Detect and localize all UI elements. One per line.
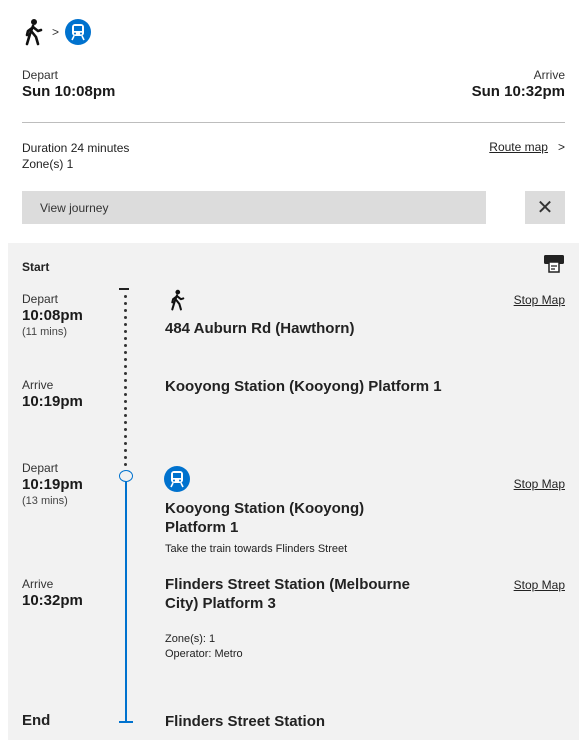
leg1-arrive-label: Arrive bbox=[22, 378, 54, 392]
walk-icon bbox=[171, 289, 185, 311]
leg2-duration: (13 mins) bbox=[22, 495, 68, 507]
leg1-arrive: Arrive 10:19pm bbox=[22, 378, 83, 411]
walk-route-dot bbox=[124, 421, 127, 424]
leg2-from-line1: Kooyong Station (Kooyong) bbox=[165, 500, 365, 517]
walk-route-dot bbox=[124, 358, 127, 361]
leg1-depart-time: 10:08pm bbox=[22, 307, 83, 324]
view-journey-toggle[interactable]: View journey bbox=[22, 191, 486, 224]
end-line-cap bbox=[119, 721, 133, 723]
train-icon bbox=[65, 19, 92, 45]
train-icon bbox=[164, 466, 190, 492]
walk-line-cap bbox=[119, 288, 129, 290]
close-button[interactable]: ✕ bbox=[525, 191, 565, 224]
leg1-to-place: Kooyong Station (Kooyong) Platform 1 bbox=[165, 378, 442, 395]
leg1-depart-label: Depart bbox=[22, 292, 59, 306]
leg2-depart: Depart 10:19pm (13 mins) bbox=[22, 461, 83, 508]
leg2-from-place: Kooyong Station (Kooyong) Platform 1 bbox=[165, 499, 364, 537]
leg1-depart: Depart 10:08pm (11 mins) bbox=[22, 292, 83, 339]
walk-route-dot bbox=[124, 456, 127, 459]
leg2-operator: Operator: Metro bbox=[165, 648, 243, 660]
end-label: End bbox=[22, 712, 51, 729]
stop-map-link[interactable]: Stop Map bbox=[514, 477, 565, 491]
walk-route-dot bbox=[124, 379, 127, 382]
walk-route-dot bbox=[124, 323, 127, 326]
route-map: Route map > bbox=[489, 140, 565, 154]
walk-route-dot bbox=[124, 435, 127, 438]
walk-route-dot bbox=[124, 386, 127, 389]
leg2-depart-label: Depart bbox=[22, 461, 59, 475]
leg2-to-line2: City) Platform 3 bbox=[165, 595, 276, 612]
depart-label: Depart bbox=[22, 68, 59, 82]
leg2-from-line2: Platform 1 bbox=[165, 519, 239, 536]
walk-route-dot bbox=[124, 372, 127, 375]
chevron-right-icon: > bbox=[52, 25, 60, 39]
journey-meta: Duration 24 minutes Zone(s) 1 bbox=[22, 140, 129, 172]
walk-route-dot bbox=[124, 295, 127, 298]
route-map-link[interactable]: Route map bbox=[489, 140, 548, 154]
leg2-to-place: Flinders Street Station (Melbourne City)… bbox=[165, 575, 410, 613]
journey-times: Depart Sun 10:08pm Arrive Sun 10:32pm bbox=[22, 68, 565, 102]
chevron-right-icon: > bbox=[557, 140, 565, 154]
divider bbox=[22, 122, 565, 123]
walk-route-dot bbox=[124, 442, 127, 445]
walk-route-dot bbox=[124, 414, 127, 417]
walk-route-dot bbox=[124, 463, 127, 466]
arrive-time: Sun 10:32pm bbox=[471, 83, 565, 100]
leg2-depart-time: 10:19pm bbox=[22, 476, 83, 493]
depart-time: Sun 10:08pm bbox=[22, 83, 116, 100]
walk-route-dot bbox=[124, 365, 127, 368]
end-place: Flinders Street Station bbox=[165, 713, 326, 730]
walk-route-dot bbox=[124, 428, 127, 431]
leg2-details: Zone(s): 1 Operator: Metro bbox=[165, 632, 243, 662]
close-icon: ✕ bbox=[536, 197, 554, 219]
stop-map-link[interactable]: Stop Map bbox=[514, 578, 565, 592]
zones-text: Zone(s) 1 bbox=[22, 157, 74, 171]
arrive-summary: Arrive Sun 10:32pm bbox=[472, 68, 565, 102]
walk-route-dot bbox=[124, 400, 127, 403]
walk-route-dot bbox=[124, 449, 127, 452]
walk-route-dot bbox=[124, 351, 127, 354]
walk-route-dot bbox=[124, 337, 127, 340]
stop-map-link[interactable]: Stop Map bbox=[514, 293, 565, 307]
leg2-to-line1: Flinders Street Station (Melbourne bbox=[165, 576, 411, 593]
walk-route-dot bbox=[124, 330, 127, 333]
leg2-arrive: Arrive 10:32pm bbox=[22, 577, 83, 610]
leg2-instruction: Take the train towards Flinders Street bbox=[165, 543, 348, 555]
leg1-arrive-time: 10:19pm bbox=[22, 393, 83, 410]
walk-route-dot bbox=[124, 302, 127, 305]
train-route-line bbox=[125, 480, 127, 722]
train-stop-marker bbox=[119, 470, 133, 482]
leg1-duration: (11 mins) bbox=[22, 326, 68, 338]
journey-detail-panel: Start Depart 10:08pm (11 mins) 484 Aubur… bbox=[8, 243, 579, 740]
depart-summary: Depart Sun 10:08pm bbox=[22, 68, 115, 102]
walk-route-dot bbox=[124, 344, 127, 347]
mode-summary: > bbox=[22, 16, 92, 48]
duration-text: Duration 24 minutes bbox=[22, 141, 130, 155]
leg2-arrive-time: 10:32pm bbox=[22, 592, 83, 609]
leg2-zones: Zone(s): 1 bbox=[165, 633, 216, 645]
walk-icon bbox=[25, 19, 43, 46]
leg1-from-place: 484 Auburn Rd (Hawthorn) bbox=[165, 320, 355, 337]
print-icon[interactable] bbox=[543, 253, 565, 273]
walk-route-dot bbox=[124, 316, 127, 319]
walk-route-dot bbox=[124, 393, 127, 396]
walk-route-dot bbox=[124, 309, 127, 312]
leg2-arrive-label: Arrive bbox=[22, 577, 54, 591]
walk-route-dot bbox=[124, 407, 127, 410]
arrive-label: Arrive bbox=[533, 68, 565, 82]
view-journey-label: View journey bbox=[40, 200, 109, 215]
start-label: Start bbox=[22, 260, 50, 274]
